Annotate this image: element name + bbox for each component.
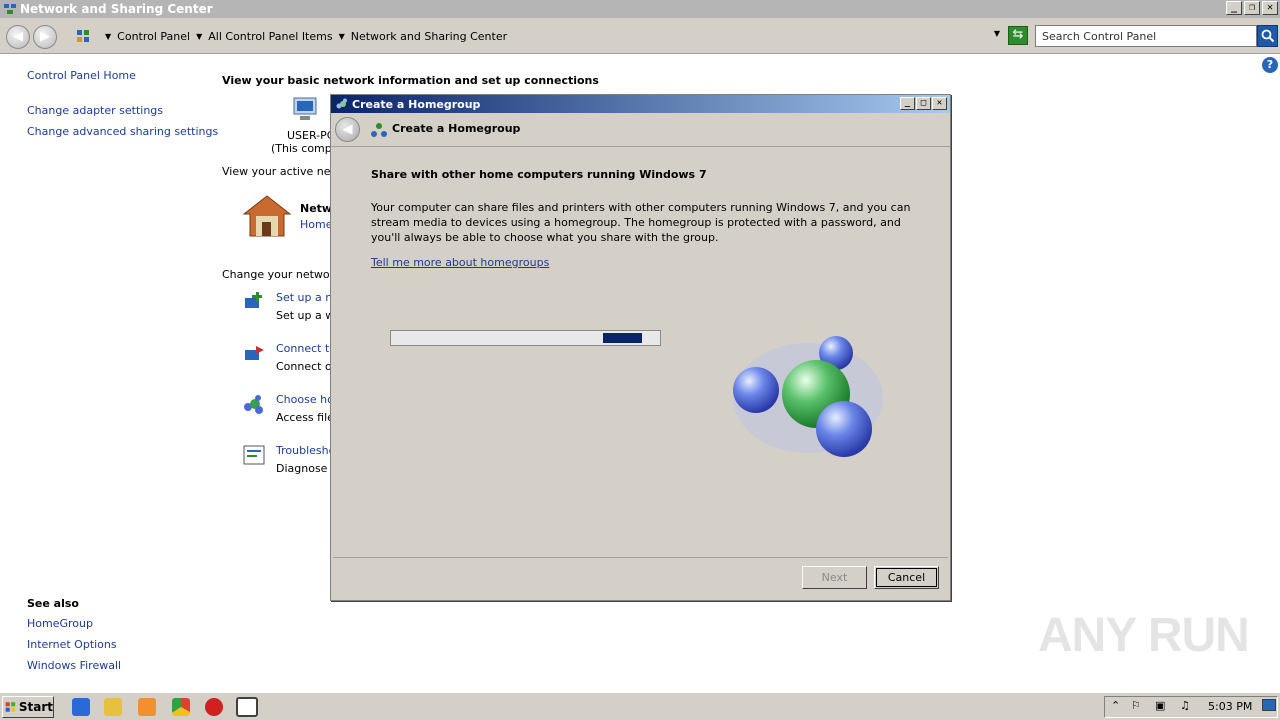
next-button[interactable]: Next — [802, 566, 867, 589]
computer-name: USER-PC — [287, 129, 335, 142]
chevron-right-icon: ▼ — [105, 31, 112, 41]
file-explorer-icon[interactable] — [104, 698, 122, 716]
close-button[interactable]: ✕ — [1262, 1, 1278, 15]
address-toolbar: ◀ ▶ ▼ Control Panel ▼ All Control Panel … — [0, 18, 1280, 54]
refresh-icon: ⇆ — [1012, 27, 1024, 42]
task-homegroup-link[interactable]: Choose ho — [276, 393, 334, 406]
network-tray-icon[interactable]: ▣ — [1155, 699, 1165, 712]
internet-options-link[interactable]: Internet Options — [27, 638, 117, 651]
task-troubleshoot-link[interactable]: Troublesho — [276, 444, 335, 457]
windows-logo-icon — [5, 702, 16, 712]
search-icon — [1261, 29, 1275, 43]
control-panel-icon — [77, 30, 89, 42]
dialog-title: Create a Homegroup — [352, 97, 481, 111]
media-player-icon[interactable] — [138, 698, 156, 716]
chevron-down-icon[interactable]: ▼ — [994, 29, 1000, 38]
help-icon[interactable]: ? — [1262, 57, 1278, 73]
dialog-maximize-button[interactable]: □ — [916, 97, 931, 110]
new-connection-icon — [245, 292, 262, 308]
control-panel-home-link[interactable]: Control Panel Home — [27, 69, 136, 82]
breadcrumb-network-center[interactable]: Network and Sharing Center — [351, 30, 507, 43]
see-also-heading: See also — [27, 597, 79, 610]
chevron-right-icon: ▼ — [196, 31, 203, 41]
homegroup-icon — [336, 98, 347, 109]
progress-bar — [390, 330, 661, 346]
breadcrumb-all-items[interactable]: All Control Panel Items — [208, 30, 332, 43]
arrow-right-icon: ▶ — [40, 29, 50, 44]
network-type-link[interactable]: Home — [300, 218, 332, 231]
volume-icon[interactable]: ♫ — [1180, 699, 1190, 712]
restore-button[interactable]: ❐ — [1244, 1, 1260, 15]
taskbar: Start ⌃ ⚐ ▣ ♫ — [0, 692, 1280, 720]
task-connect-link[interactable]: Connect to — [276, 342, 336, 355]
home-network-icon — [242, 195, 292, 237]
show-hidden-icons-icon[interactable]: ⌃ — [1111, 699, 1120, 712]
homegroup-help-link[interactable]: Tell me more about homegroups — [371, 256, 549, 269]
dialog-close-button[interactable]: ✕ — [932, 97, 947, 110]
homegroup-orbs-icon — [733, 336, 883, 457]
homegroup-icon — [371, 123, 387, 137]
connect-network-icon — [245, 346, 264, 360]
opera-icon[interactable] — [205, 698, 223, 716]
homegroup-icon — [244, 395, 263, 414]
back-button[interactable]: ◀ — [6, 25, 30, 49]
dialog-nav-title: Create a Homegroup — [392, 122, 521, 135]
minimize-button[interactable]: _ — [1226, 1, 1242, 15]
search-button[interactable] — [1257, 25, 1278, 47]
dialog-minimize-button[interactable]: _ — [900, 97, 915, 110]
anyrun-watermark: ANY RUN — [1038, 609, 1250, 662]
create-homegroup-dialog: Create a Homegroup _ □ ✕ ◀ Create a Home… — [330, 94, 951, 601]
refresh-button[interactable]: ⇆ — [1008, 26, 1028, 45]
dialog-nav-bar: ◀ Create a Homegroup — [331, 113, 950, 147]
forward-button[interactable]: ▶ — [33, 25, 57, 49]
arrow-left-icon: ◀ — [13, 29, 23, 44]
active-networks-label: View your active netw — [222, 165, 344, 178]
change-advanced-sharing-link[interactable]: Change advanced sharing settings — [27, 125, 218, 138]
change-adapter-settings-link[interactable]: Change adapter settings — [27, 104, 163, 117]
network-center-icon — [4, 4, 16, 14]
dialog-description: Your computer can share files and printe… — [371, 201, 911, 244]
show-desktop-icon[interactable] — [1262, 699, 1276, 711]
search-input[interactable]: Search Control Panel — [1035, 25, 1257, 47]
address-field[interactable]: ▼ Control Panel ▼ All Control Panel Item… — [72, 25, 1006, 47]
computer-subtitle: (This compu — [271, 142, 339, 155]
network-name: Netw — [300, 202, 333, 215]
window-titlebar: Network and Sharing Center _ ❐ ✕ — [0, 0, 1280, 18]
chrome-icon[interactable] — [172, 698, 190, 716]
start-label: Start — [18, 700, 53, 714]
breadcrumb-control-panel[interactable]: Control Panel — [117, 30, 190, 43]
chevron-right-icon: ▼ — [338, 31, 345, 41]
network-center-taskbar-icon[interactable] — [236, 697, 258, 717]
dialog-body: Share with other home computers running … — [333, 148, 948, 558]
computer-icon — [293, 97, 317, 120]
task-setup-network-desc: Set up a wi — [276, 309, 338, 322]
dialog-heading: Share with other home computers running … — [371, 168, 707, 181]
dialog-titlebar: Create a Homegroup _ □ ✕ — [331, 95, 950, 113]
task-troubleshoot-desc: Diagnose a — [276, 462, 338, 475]
progress-fill — [603, 333, 642, 343]
troubleshoot-icon — [243, 445, 265, 465]
change-settings-label: Change your networki — [222, 268, 344, 281]
windows-firewall-link[interactable]: Windows Firewall — [27, 659, 121, 672]
start-button[interactable]: Start — [2, 696, 54, 718]
main-heading: View your basic network information and … — [222, 74, 599, 87]
internet-explorer-icon[interactable] — [72, 698, 90, 716]
cancel-button[interactable]: Cancel — [874, 566, 939, 589]
task-connect-desc: Connect or — [276, 360, 337, 373]
action-center-flag-icon[interactable]: ⚐ — [1131, 699, 1141, 712]
dialog-back-button[interactable]: ◀ — [335, 117, 360, 142]
taskbar-clock[interactable]: 5:03 PM — [1208, 700, 1252, 713]
window-title: Network and Sharing Center — [20, 2, 213, 16]
homegroup-link[interactable]: HomeGroup — [27, 617, 93, 630]
arrow-left-icon: ◀ — [342, 122, 353, 137]
